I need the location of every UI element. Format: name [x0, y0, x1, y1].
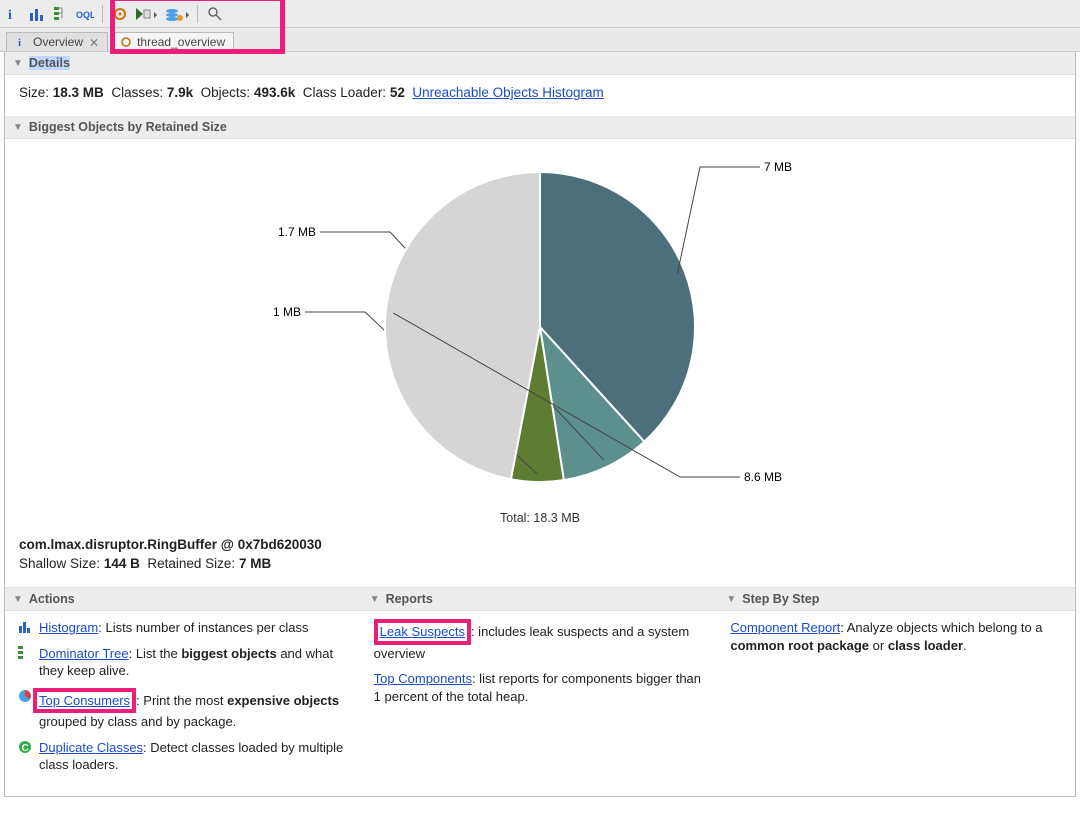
selected-object-info: com.lmax.disruptor.RingBuffer @ 0x7bd620… — [5, 533, 1075, 581]
svg-text:i: i — [8, 8, 12, 22]
svg-text:i: i — [18, 37, 21, 48]
svg-text:C: C — [22, 743, 29, 754]
svg-text:8.6 MB: 8.6 MB — [744, 470, 782, 484]
histogram-icon — [17, 619, 33, 635]
component-report-link[interactable]: Component Report — [730, 620, 840, 635]
chevron-down-icon: ▼ — [13, 58, 23, 69]
toolbar: i OQL — [0, 0, 1080, 28]
unreachable-link[interactable]: Unreachable Objects Histogram — [412, 85, 603, 100]
bottom-columns: ▼ Actions Histogram: Lists number of ins… — [5, 587, 1075, 790]
gear-icon[interactable] — [111, 5, 129, 23]
content-area: ▼ Details Size: 18.3 MB Classes: 7.9k Ob… — [4, 52, 1076, 797]
tree-icon — [17, 645, 33, 661]
leak-suspects-link[interactable]: Leak Suspects — [380, 624, 465, 639]
shallow-label: Shallow Size: — [19, 556, 100, 571]
col-actions: ▼ Actions Histogram: Lists number of ins… — [5, 587, 362, 790]
pie-icon — [17, 688, 33, 704]
section-biggest[interactable]: ▼ Biggest Objects by Retained Size — [5, 116, 1075, 139]
tab-label: Overview — [33, 35, 83, 49]
pie-total: Total: 18.3 MB — [500, 507, 580, 525]
section-title: Actions — [29, 592, 75, 606]
section-reports[interactable]: ▼ Reports — [362, 588, 719, 611]
info-icon: i — [15, 35, 29, 49]
col-reports: ▼ Reports Leak Suspects: includes leak s… — [362, 587, 719, 790]
col-stepbystep: ▼ Step By Step Component Report: Analyze… — [718, 587, 1075, 790]
retained-value: 7 MB — [239, 556, 271, 571]
action-duplicate: C Duplicate Classes: Detect classes load… — [17, 739, 350, 774]
chevron-down-icon: ▼ — [370, 594, 380, 605]
dominator-link[interactable]: Dominator Tree — [39, 646, 129, 661]
step-component-report: Component Report: Analyze objects which … — [730, 619, 1063, 654]
tree-icon[interactable] — [52, 5, 70, 23]
layers-icon[interactable] — [165, 5, 189, 23]
close-icon[interactable]: ⨯ — [89, 35, 99, 49]
svg-text:7 MB: 7 MB — [764, 160, 792, 174]
separator — [197, 5, 198, 23]
chevron-down-icon: ▼ — [13, 594, 23, 605]
section-title: Step By Step — [742, 592, 819, 606]
histogram-link[interactable]: Histogram — [39, 620, 98, 635]
info-icon[interactable]: i — [4, 5, 22, 23]
section-title: Details — [29, 56, 70, 70]
object-title: com.lmax.disruptor.RingBuffer @ 0x7bd620… — [19, 537, 1061, 552]
action-dominator: Dominator Tree: List the biggest objects… — [17, 645, 350, 680]
tab-label: thread_overview — [137, 35, 225, 49]
tab-bar: i Overview ⨯ thread_overview — [0, 28, 1080, 52]
report-leak: Leak Suspects: includes leak suspects an… — [374, 619, 707, 662]
top-consumers-link[interactable]: Top Consumers — [39, 693, 130, 708]
heap-stats: Size: 18.3 MB Classes: 7.9k Objects: 493… — [5, 75, 1075, 116]
objects-value: 493.6k — [254, 85, 295, 100]
action-histogram: Histogram: Lists number of instances per… — [17, 619, 350, 637]
pie-chart: 7 MB 1.7 MB 1 MB 8.6 MB Total: 18.3 MB — [5, 139, 1075, 533]
section-title: Reports — [386, 592, 433, 606]
tab-overview[interactable]: i Overview ⨯ — [6, 32, 108, 51]
chevron-down-icon: ▼ — [13, 122, 23, 133]
duplicate-link[interactable]: Duplicate Classes — [39, 740, 143, 755]
svg-text:OQL: OQL — [76, 10, 94, 20]
section-actions[interactable]: ▼ Actions — [5, 588, 362, 611]
search-icon[interactable] — [206, 5, 224, 23]
retained-label: Retained Size: — [147, 556, 235, 571]
histogram-desc: : Lists number of instances per class — [98, 620, 308, 635]
svg-text:1 MB: 1 MB — [273, 305, 301, 319]
classes-label: Classes: — [111, 85, 163, 100]
oql-icon[interactable]: OQL — [76, 5, 94, 23]
classloader-label: Class Loader: — [303, 85, 386, 100]
objects-label: Objects: — [201, 85, 251, 100]
size-label: Size: — [19, 85, 49, 100]
duplicate-icon: C — [17, 739, 33, 755]
report-top-components: Top Components: list reports for compone… — [374, 670, 707, 705]
section-title: Biggest Objects by Retained Size — [29, 120, 227, 134]
shallow-value: 144 B — [104, 556, 140, 571]
highlight-leak-suspects: Leak Suspects — [374, 619, 471, 645]
histogram-icon[interactable] — [28, 5, 46, 23]
play-icon[interactable] — [135, 5, 159, 23]
chevron-down-icon: ▼ — [726, 594, 736, 605]
section-details[interactable]: ▼ Details — [5, 52, 1075, 75]
classes-value: 7.9k — [167, 85, 193, 100]
gear-icon — [119, 35, 133, 49]
tab-thread-overview[interactable]: thread_overview — [110, 32, 234, 51]
svg-text:1.7 MB: 1.7 MB — [278, 225, 316, 239]
size-value: 18.3 MB — [53, 85, 104, 100]
highlight-top-consumers: Top Consumers — [33, 688, 136, 714]
classloader-value: 52 — [390, 85, 405, 100]
top-components-link[interactable]: Top Components — [374, 671, 472, 686]
section-stepbystep[interactable]: ▼ Step By Step — [718, 588, 1075, 611]
pie-svg: 7 MB 1.7 MB 1 MB 8.6 MB — [240, 147, 840, 507]
separator — [102, 5, 103, 23]
action-top-consumers: Top Consumers: Print the most expensive … — [17, 688, 350, 731]
